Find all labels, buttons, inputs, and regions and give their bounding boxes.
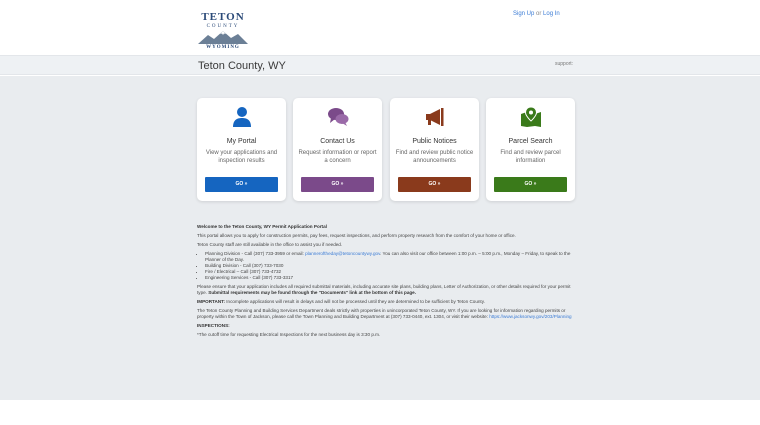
my-portal-go-button[interactable]: GO » <box>205 177 278 192</box>
logo-text-bottom: WYOMING <box>206 45 240 50</box>
chat-bubbles-icon <box>327 108 348 126</box>
department-paragraph: The Teton County Planning and Building S… <box>197 308 572 319</box>
card-my-portal: My Portal View your applications and ins… <box>197 98 286 201</box>
megaphone-icon <box>425 108 443 126</box>
card-description: Find and review public notice announceme… <box>395 150 474 164</box>
contact-us-go-button[interactable]: GO » <box>301 177 374 192</box>
card-parcel-search: Parcel Search Find and review parcel inf… <box>486 98 575 201</box>
main-content-area: My Portal View your applications and ins… <box>0 76 760 400</box>
logo-text-top: TETON <box>201 11 245 23</box>
card-title: My Portal <box>226 138 257 145</box>
cutoff-paragraph: *The cutoff time for requesting Electric… <box>197 332 381 337</box>
top-header: TETON COUNTY WYOMING Sign Up or Log In <box>0 0 760 55</box>
card-description: View your applications and inspection re… <box>205 150 278 164</box>
list-item: Engineering Services - Call (307) 733-33… <box>205 275 575 281</box>
welcome-content: Welcome to the Teton County, WY Permit A… <box>197 224 575 341</box>
ensure-paragraph: Please ensure that your application incl… <box>197 284 571 295</box>
public-notices-go-button[interactable]: GO » <box>398 177 471 192</box>
card-description: Find and review parcel information <box>500 150 561 164</box>
title-bar: Teton County, WY support: <box>0 55 760 75</box>
card-public-notices: Public Notices Find and review public no… <box>390 98 479 201</box>
bottom-bar <box>0 400 760 425</box>
list-item: Planning Division - Call (307) 733-3959 … <box>205 251 575 263</box>
auth-links: Sign Up or Log In <box>513 11 560 17</box>
card-title: Contact Us <box>320 138 355 145</box>
contact-list: Planning Division - Call (307) 733-3959 … <box>205 251 575 281</box>
welcome-heading: Welcome to the Teton County, WY Permit A… <box>197 224 327 229</box>
parcel-search-go-button[interactable]: GO » <box>494 177 567 192</box>
map-pin-icon <box>520 106 541 127</box>
town-planning-link[interactable]: https://www.jacksonwy.gov/203/Planning <box>489 314 571 319</box>
user-icon <box>232 107 251 127</box>
card-contact-us: Contact Us Request information or report… <box>293 98 382 201</box>
card-title: Public Notices <box>412 138 457 145</box>
card-title: Parcel Search <box>508 138 553 145</box>
important-paragraph: IMPORTANT: Incomplete applications will … <box>197 299 485 304</box>
teton-county-logo[interactable]: TETON COUNTY WYOMING <box>198 11 248 51</box>
log-in-link[interactable]: Log In <box>543 11 560 17</box>
mountain-icon <box>198 31 248 44</box>
intro-paragraph: This portal allows you to apply for cons… <box>197 233 516 238</box>
staff-paragraph: Teton County staff are still available i… <box>197 242 343 247</box>
card-description: Request information or report a concern <box>298 150 377 164</box>
planner-email-link[interactable]: planneroftheday@tetoncountywy.gov <box>305 251 380 256</box>
auth-or-text: or <box>536 11 542 17</box>
support-label: support: <box>555 61 574 67</box>
page-title: Teton County, WY <box>198 60 286 72</box>
sign-up-link[interactable]: Sign Up <box>513 11 534 17</box>
inspections-heading: INSPECTIONS: <box>197 323 230 328</box>
